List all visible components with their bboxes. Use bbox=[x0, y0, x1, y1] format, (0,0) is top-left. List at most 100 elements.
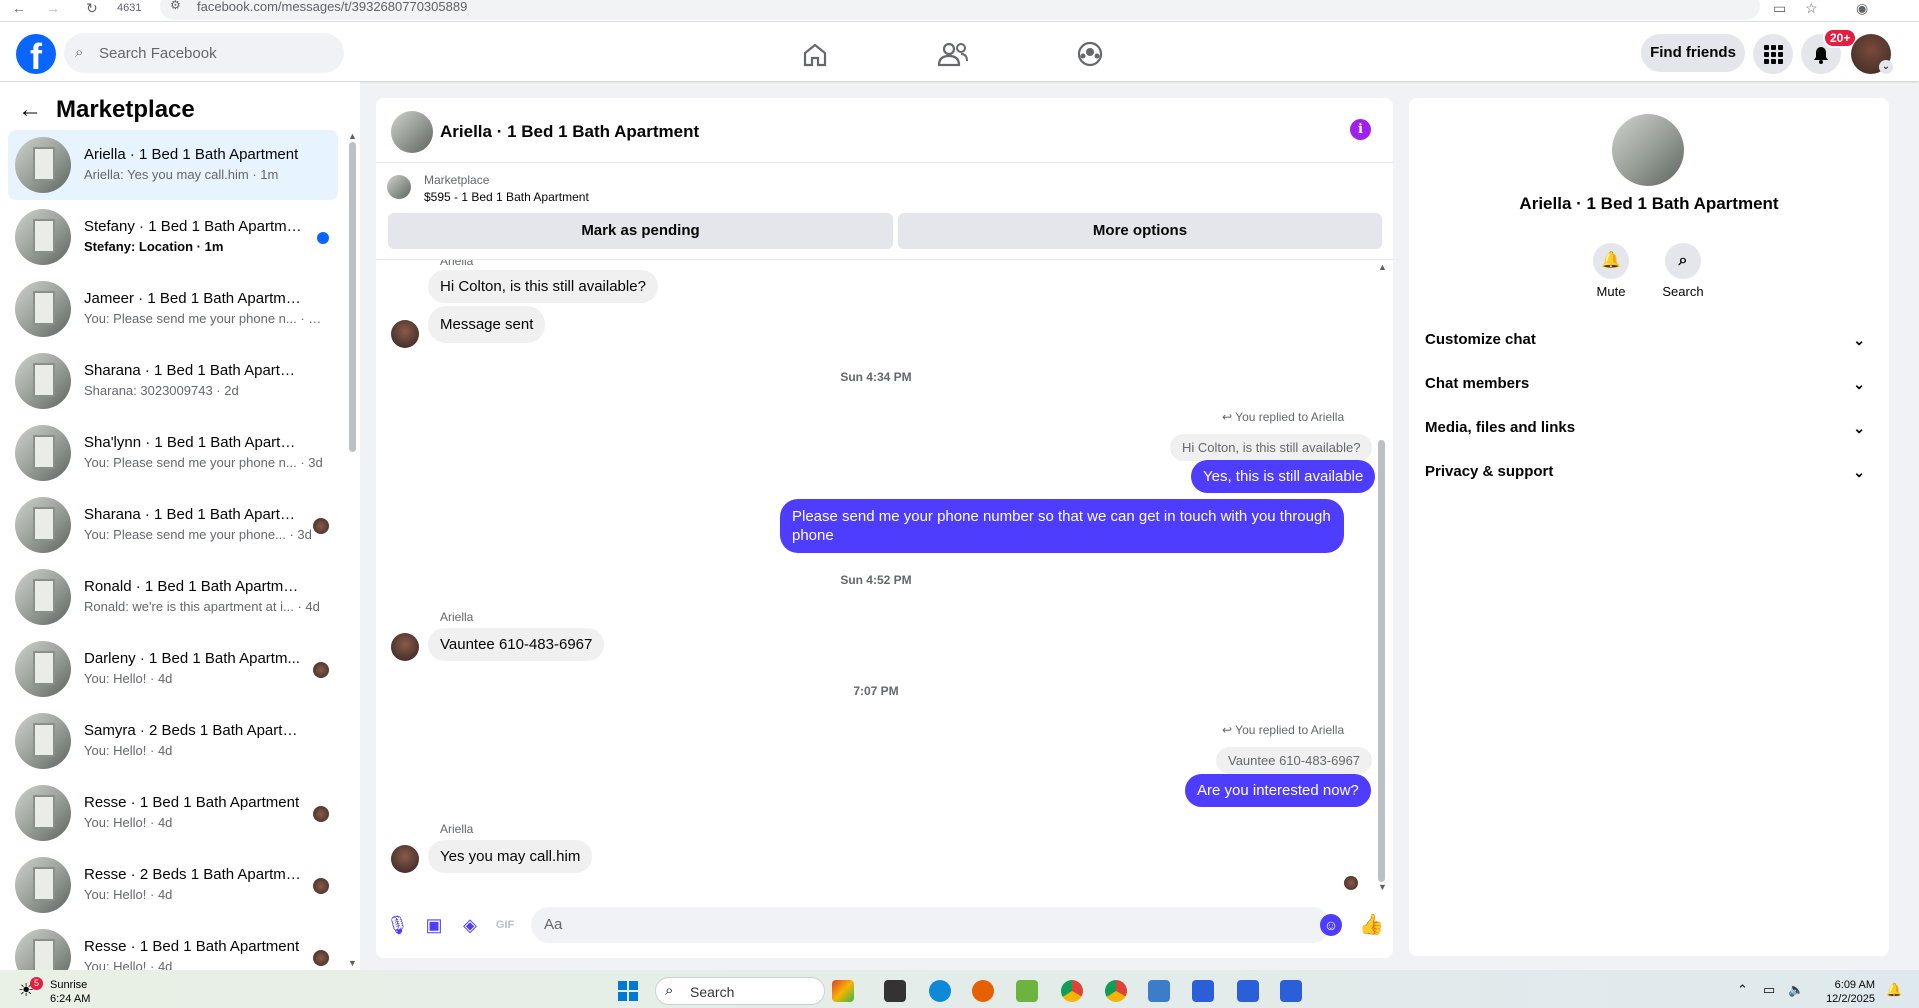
customize-chat-section[interactable]: Customize chat ⌄ bbox=[1425, 320, 1875, 360]
system-clock[interactable]: 6:09 AM 12/2/2025 bbox=[1825, 978, 1875, 1006]
back-icon[interactable]: ← bbox=[12, 0, 26, 16]
sender-avatar[interactable] bbox=[391, 320, 419, 348]
friends-nav[interactable] bbox=[897, 32, 1009, 76]
outgoing-message[interactable]: Yes, this is still available bbox=[1191, 460, 1376, 493]
scroll-up-icon[interactable]: ▲ bbox=[348, 131, 357, 141]
listing-thumbnail bbox=[15, 857, 71, 913]
sticker-icon[interactable]: ◈ bbox=[459, 914, 481, 936]
reload-icon[interactable]: ↻ bbox=[86, 0, 98, 16]
chat-scrollbar[interactable] bbox=[1378, 440, 1385, 882]
chat-avatar[interactable] bbox=[391, 111, 433, 153]
network-icon[interactable]: ▭ bbox=[1763, 982, 1775, 998]
info-icon[interactable]: i bbox=[1350, 119, 1371, 140]
scroll-up-icon[interactable]: ▲ bbox=[1378, 262, 1387, 272]
photo-icon[interactable]: ▣ bbox=[423, 914, 445, 936]
find-friends-button[interactable]: Find friends bbox=[1641, 34, 1745, 72]
volume-icon[interactable]: 🔈 bbox=[1788, 982, 1804, 998]
replied-text: You replied to Ariella bbox=[1235, 723, 1345, 737]
back-arrow-icon[interactable]: ← bbox=[18, 96, 42, 124]
sender-avatar[interactable] bbox=[391, 845, 419, 873]
conversation-title: Ronald · 1 Bed 1 Bath Apartment bbox=[84, 578, 304, 595]
clock-time: 6:09 AM bbox=[1834, 979, 1875, 991]
sender-avatar[interactable] bbox=[391, 633, 419, 661]
windows-start-icon[interactable] bbox=[617, 980, 639, 1002]
contact-avatar[interactable] bbox=[1612, 114, 1684, 186]
listing-thumbnail bbox=[15, 353, 71, 409]
site-info-icon[interactable]: ⚙ bbox=[170, 0, 181, 12]
chat-members-section[interactable]: Chat members ⌄ bbox=[1425, 364, 1875, 404]
app-icon[interactable] bbox=[1016, 980, 1038, 1002]
privacy-support-section[interactable]: Privacy & support ⌄ bbox=[1425, 452, 1875, 492]
mute-label: Mute bbox=[1596, 284, 1626, 299]
listing-thumbnail[interactable] bbox=[387, 175, 411, 199]
contact-title: Ariella · 1 Bed 1 Bath Apartment bbox=[1519, 194, 1779, 213]
chrome-icon[interactable] bbox=[1061, 980, 1083, 1002]
app-icon[interactable] bbox=[1192, 980, 1214, 1002]
scroll-down-icon[interactable]: ▼ bbox=[1378, 882, 1387, 892]
mark-as-pending-button[interactable]: Mark as pending bbox=[388, 213, 893, 249]
notification-center-icon[interactable]: 🔔 bbox=[1886, 982, 1902, 998]
app-icon[interactable] bbox=[1237, 980, 1259, 1002]
edge-icon[interactable] bbox=[929, 980, 951, 1002]
conversation-title: Sha'lynn · 1 Bed 1 Bath Apartment bbox=[84, 434, 304, 451]
snipping-tool-icon[interactable] bbox=[1148, 980, 1170, 1002]
groups-nav[interactable] bbox=[1034, 32, 1146, 76]
more-options-button[interactable]: More options bbox=[898, 213, 1382, 249]
listing-price[interactable]: $595 - 1 Bed 1 Bath Apartment bbox=[424, 190, 589, 204]
outgoing-message[interactable]: Please send me your phone number so that… bbox=[780, 499, 1344, 553]
chat-title[interactable]: Ariella · 1 Bed 1 Bath Apartment bbox=[440, 122, 699, 142]
taskbar-search[interactable] bbox=[655, 977, 825, 1005]
thumbs-up-icon[interactable]: 👍 bbox=[1359, 914, 1384, 936]
chevron-down-icon[interactable]: ⌄ bbox=[1879, 60, 1893, 74]
mute-button[interactable]: 🔔 bbox=[1593, 243, 1629, 279]
facebook-logo-icon[interactable]: f bbox=[16, 34, 56, 74]
app-icon[interactable] bbox=[1280, 980, 1302, 1002]
scroll-down-icon[interactable]: ▼ bbox=[348, 958, 357, 968]
home-nav[interactable] bbox=[759, 32, 871, 76]
clock-date: 12/2/2025 bbox=[1826, 993, 1875, 1005]
quoted-message[interactable]: Hi Colton, is this still available? bbox=[1170, 434, 1373, 461]
media-files-links-section[interactable]: Media, files and links ⌄ bbox=[1425, 408, 1875, 448]
incoming-message[interactable]: Hi Colton, is this still available? bbox=[428, 270, 658, 303]
weather-title: Sunrise bbox=[50, 979, 88, 991]
sidebar-scrollbar[interactable] bbox=[349, 142, 356, 452]
incoming-message[interactable]: Message sent bbox=[428, 306, 546, 343]
profile-icon[interactable]: ◉ bbox=[1856, 0, 1868, 16]
read-receipt-avatar bbox=[313, 950, 329, 966]
unread-indicator bbox=[317, 232, 329, 244]
forward-icon[interactable]: → bbox=[46, 0, 60, 16]
app-icon[interactable] bbox=[832, 980, 854, 1002]
incoming-message[interactable]: Vauntee 610-483-6967 bbox=[428, 628, 605, 661]
file-explorer-icon[interactable] bbox=[884, 980, 906, 1002]
outgoing-message[interactable]: Are you interested now? bbox=[1185, 774, 1371, 807]
marketplace-label: Marketplace bbox=[424, 173, 490, 187]
gif-icon[interactable]: GIF bbox=[494, 914, 516, 936]
chevron-up-icon[interactable]: ⌃ bbox=[1737, 982, 1748, 998]
firefox-icon[interactable] bbox=[972, 980, 994, 1002]
listing-thumbnail bbox=[15, 497, 71, 553]
message-input[interactable] bbox=[531, 907, 1330, 943]
message-thread: Ariella Hi Colton, is this still availab… bbox=[376, 260, 1376, 900]
chrome-icon[interactable] bbox=[1105, 980, 1127, 1002]
conversation-title: Resse · 1 Bed 1 Bath Apartment bbox=[84, 794, 300, 811]
install-icon[interactable]: ▭ bbox=[1773, 0, 1786, 16]
chevron-down-icon: ⌄ bbox=[1853, 376, 1865, 392]
conversation-preview: Sharana: 3023009743 · 2d bbox=[84, 383, 239, 398]
sender-name: Ariella bbox=[440, 822, 474, 836]
search-in-chat-button[interactable]: ⌕ bbox=[1665, 243, 1701, 279]
timestamp: Sun 4:52 PM bbox=[840, 573, 912, 587]
incoming-message[interactable]: Yes you may call.him bbox=[428, 840, 593, 873]
conversation-preview: Ronald: we're is this apartment at i... … bbox=[84, 599, 320, 614]
listing-thumbnail bbox=[15, 137, 71, 193]
conversation-title: Stefany · 1 Bed 1 Bath Apartme... bbox=[84, 218, 304, 235]
read-receipt-avatar bbox=[313, 518, 329, 534]
read-receipt-avatar bbox=[313, 806, 329, 822]
menu-button[interactable] bbox=[1753, 34, 1793, 74]
listing-thumbnail bbox=[15, 713, 71, 769]
emoji-icon[interactable]: ☺ bbox=[1320, 914, 1342, 936]
groups-icon bbox=[1077, 41, 1103, 67]
microphone-icon[interactable]: 🎙 bbox=[386, 914, 409, 936]
weather-widget[interactable]: Sunrise 6:24 AM bbox=[50, 978, 90, 1006]
bookmark-star-icon[interactable]: ☆ bbox=[1805, 0, 1818, 16]
quoted-message[interactable]: Vauntee 610-483-6967 bbox=[1216, 747, 1373, 774]
